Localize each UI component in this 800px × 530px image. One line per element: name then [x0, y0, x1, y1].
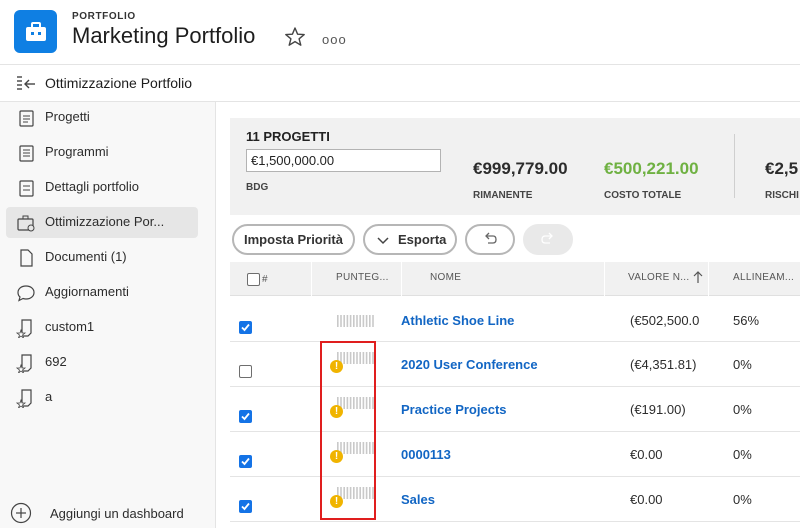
sidebar-item-label: Documenti (1)	[45, 249, 127, 264]
add-dashboard-label: Aggiungi un dashboard	[50, 506, 184, 521]
export-label: Esporta	[398, 232, 447, 247]
object-type-label: PORTFOLIO	[72, 11, 136, 22]
portfolio-briefcase-icon	[14, 10, 57, 53]
net-value-cell: (€4,351.81)	[630, 357, 697, 372]
custom-dashboard-icon	[15, 318, 36, 340]
projects-list-icon	[16, 108, 36, 128]
alignment-cell: 0%	[733, 447, 752, 462]
project-name-link[interactable]: Sales	[401, 492, 435, 507]
column-divider	[708, 262, 709, 296]
sidebar-item-label: Dettagli portfolio	[45, 179, 139, 194]
column-header-value[interactable]: VALORE N...	[628, 272, 689, 283]
remaining-label: RIMANENTE	[473, 190, 533, 201]
plus-circle-icon	[10, 502, 32, 524]
budget-label: BDG	[246, 182, 269, 193]
project-count: 11 PROGETTI	[246, 129, 330, 144]
custom-dashboard-icon	[15, 353, 36, 375]
row-checkbox[interactable]	[239, 321, 252, 334]
score-bar	[337, 314, 377, 328]
sidebar-item-692[interactable]: 692	[6, 347, 198, 378]
column-header-alignment[interactable]: ALLINEAM...	[733, 272, 794, 283]
column-divider	[401, 262, 402, 296]
net-value-cell: €0.00	[630, 447, 663, 462]
risk-label: RISCHI	[765, 190, 799, 201]
alignment-cell: 56%	[733, 313, 760, 328]
sort-ascending-icon[interactable]	[693, 270, 703, 289]
row-checkbox[interactable]	[239, 365, 252, 378]
row-checkbox[interactable]	[239, 500, 252, 513]
add-dashboard-button[interactable]: Aggiungi un dashboard	[10, 500, 210, 530]
table-row[interactable]: ! 2020 User Conference (€4,351.81) 0%	[230, 342, 800, 387]
project-name-link[interactable]: Athletic Shoe Line	[401, 313, 514, 328]
undo-button[interactable]	[465, 224, 515, 255]
sidebar: Progetti Programmi Dettagli portfolio Ot…	[0, 102, 216, 528]
redo-button[interactable]	[523, 224, 573, 255]
alignment-cell: 0%	[733, 402, 752, 417]
app-header: PORTFOLIO Marketing Portfolio ooo	[0, 0, 800, 64]
sidebar-item-documenti[interactable]: Documenti (1)	[6, 242, 198, 273]
table-row[interactable]: ! Sales €0.00 0%	[230, 477, 800, 522]
chat-bubble-icon	[16, 283, 36, 303]
sidebar-item-label: a	[45, 389, 53, 404]
document-icon	[16, 248, 36, 268]
risk-value: €2,5	[765, 159, 799, 178]
select-all-checkbox[interactable]	[247, 273, 260, 286]
section-title: Ottimizzazione Portfolio	[45, 75, 193, 91]
export-button[interactable]: Esporta	[363, 224, 457, 255]
sidebar-item-programmi[interactable]: Programmi	[6, 137, 198, 168]
subheader-bar: Ottimizzazione Portfolio	[0, 64, 800, 102]
column-divider	[604, 262, 605, 296]
score-highlight-box	[320, 341, 376, 520]
divider	[734, 134, 735, 198]
net-value-cell: (€191.00)	[630, 402, 686, 417]
row-checkbox[interactable]	[239, 410, 252, 423]
table-header: # PUNTEG... NOME VALORE N... ALLINEAM...	[230, 262, 800, 296]
net-value-cell: €0.00	[630, 492, 663, 507]
sidebar-item-label: Aggiornamenti	[45, 284, 129, 299]
row-checkbox[interactable]	[239, 455, 252, 468]
sidebar-item-custom1[interactable]: custom1	[6, 312, 198, 343]
alignment-cell: 0%	[733, 492, 752, 507]
sidebar-item-label: Programmi	[45, 144, 109, 159]
project-name-link[interactable]: 0000113	[401, 447, 451, 462]
sidebar-item-dettagli-portfolio[interactable]: Dettagli portfolio	[6, 172, 198, 203]
column-header-name[interactable]: NOME	[430, 272, 461, 283]
sidebar-item-aggiornamenti[interactable]: Aggiornamenti	[6, 277, 198, 308]
sidebar-item-ottimizzazione[interactable]: Ottimizzazione Por...	[6, 207, 198, 238]
column-header-hash: #	[262, 274, 268, 285]
table-row[interactable]: Athletic Shoe Line (€502,500.0 56%	[230, 297, 800, 342]
table-row[interactable]: ! 0000113 €0.00 0%	[230, 432, 800, 477]
net-value-cell: (€502,500.0	[630, 313, 700, 328]
optimization-icon	[16, 213, 36, 233]
star-icon[interactable]	[284, 26, 306, 48]
set-priority-button[interactable]: Imposta Priorità	[232, 224, 355, 255]
remaining-value: €999,779.00	[473, 159, 568, 178]
budget-input[interactable]	[246, 149, 441, 172]
table-row[interactable]: ! Practice Projects (€191.00) 0%	[230, 387, 800, 432]
total-cost-label: COSTO TOTALE	[604, 190, 682, 201]
column-divider	[311, 262, 312, 296]
undo-icon	[482, 232, 498, 247]
sidebar-item-label: custom1	[45, 319, 95, 334]
project-name-link[interactable]: Practice Projects	[401, 402, 507, 417]
page-title: Marketing Portfolio	[72, 23, 256, 48]
custom-dashboard-icon	[15, 388, 36, 410]
column-header-score[interactable]: PUNTEG...	[336, 272, 389, 283]
details-icon	[16, 178, 36, 198]
sidebar-item-a[interactable]: a	[6, 382, 198, 413]
alignment-cell: 0%	[733, 357, 752, 372]
project-name-link[interactable]: 2020 User Conference	[401, 357, 538, 372]
sidebar-item-progetti[interactable]: Progetti	[6, 102, 198, 133]
total-cost-value: €500,221.00	[604, 159, 699, 178]
programs-icon	[16, 143, 36, 163]
sidebar-item-label: 692	[45, 354, 67, 369]
redo-icon	[540, 232, 556, 247]
more-options-icon[interactable]: ooo	[322, 32, 347, 47]
sidebar-item-label: Ottimizzazione Por...	[45, 214, 165, 229]
summary-panel: 11 PROGETTI BDG €999,779.00 RIMANENTE €5…	[230, 118, 800, 215]
chevron-down-icon	[377, 234, 389, 249]
collapse-sidebar-icon[interactable]	[16, 75, 36, 93]
sidebar-item-label: Progetti	[45, 109, 90, 124]
